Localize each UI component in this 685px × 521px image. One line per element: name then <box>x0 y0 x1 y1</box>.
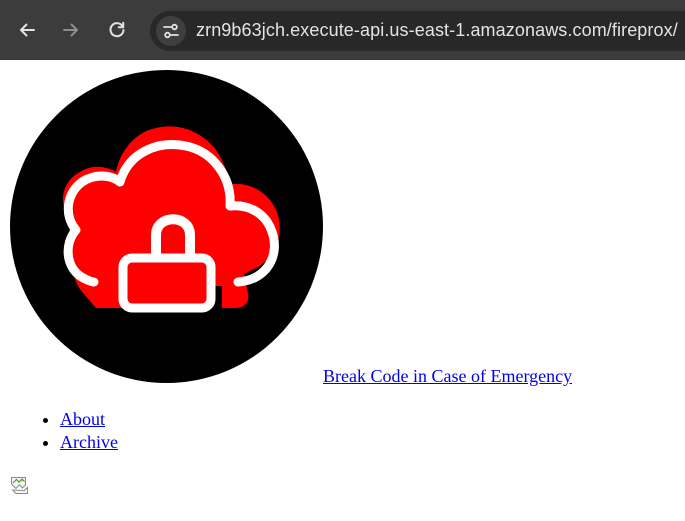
nav-item-about: About <box>60 408 118 431</box>
page-content: Break Code in Case of Emergency About Ar… <box>0 60 685 521</box>
site-info-button[interactable] <box>156 16 186 46</box>
address-bar[interactable]: zrn9b63jch.execute-api.us-east-1.amazona… <box>150 11 685 51</box>
broken-image-icon <box>11 477 28 494</box>
reload-icon <box>109 21 125 38</box>
site-nav: About Archive <box>0 408 118 454</box>
nav-item-archive: Archive <box>60 431 118 454</box>
reload-button[interactable] <box>101 14 133 46</box>
back-button[interactable] <box>11 14 43 46</box>
browser-toolbar: zrn9b63jch.execute-api.us-east-1.amazona… <box>0 0 685 60</box>
arrow-right-icon <box>63 23 78 37</box>
arrow-left-icon <box>20 23 35 37</box>
cloud-lock-logo[interactable] <box>10 70 323 383</box>
site-title-link[interactable]: Break Code in Case of Emergency <box>323 366 572 387</box>
about-link[interactable]: About <box>60 409 105 429</box>
archive-link[interactable]: Archive <box>60 432 118 452</box>
tune-icon <box>163 23 179 39</box>
forward-button[interactable] <box>55 14 87 46</box>
url-text[interactable]: zrn9b63jch.execute-api.us-east-1.amazona… <box>196 20 678 41</box>
